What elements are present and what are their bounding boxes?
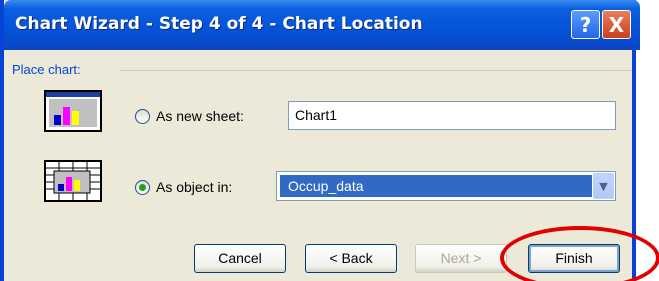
help-button[interactable]: ?: [571, 10, 600, 39]
as-object-radio[interactable]: [135, 180, 150, 195]
place-chart-group-label: Place chart:: [12, 62, 81, 77]
new-sheet-chart-icon: [44, 90, 102, 132]
finish-highlight-annotation: [500, 226, 659, 281]
next-button[interactable]: Next >: [415, 244, 507, 273]
help-icon: ?: [579, 12, 592, 37]
chevron-down-icon[interactable]: ▼: [593, 173, 614, 199]
back-button[interactable]: < Back: [305, 244, 397, 273]
close-button[interactable]: X: [602, 10, 631, 39]
close-icon: X: [608, 12, 625, 37]
cancel-button[interactable]: Cancel: [194, 244, 286, 273]
object-sheet-value: Occup_data: [280, 175, 592, 197]
new-sheet-name-input[interactable]: Chart1: [288, 101, 616, 130]
group-divider: [120, 70, 632, 71]
new-sheet-label: As new sheet:: [156, 108, 244, 124]
title-bar[interactable]: Chart Wizard - Step 4 of 4 - Chart Locat…: [4, 0, 640, 50]
object-chart-icon: [44, 160, 102, 202]
dialog-title: Chart Wizard - Step 4 of 4 - Chart Locat…: [15, 14, 423, 34]
object-sheet-select[interactable]: Occup_data ▼: [276, 171, 616, 201]
new-sheet-radio[interactable]: [135, 109, 150, 124]
as-object-label: As object in:: [156, 179, 233, 195]
